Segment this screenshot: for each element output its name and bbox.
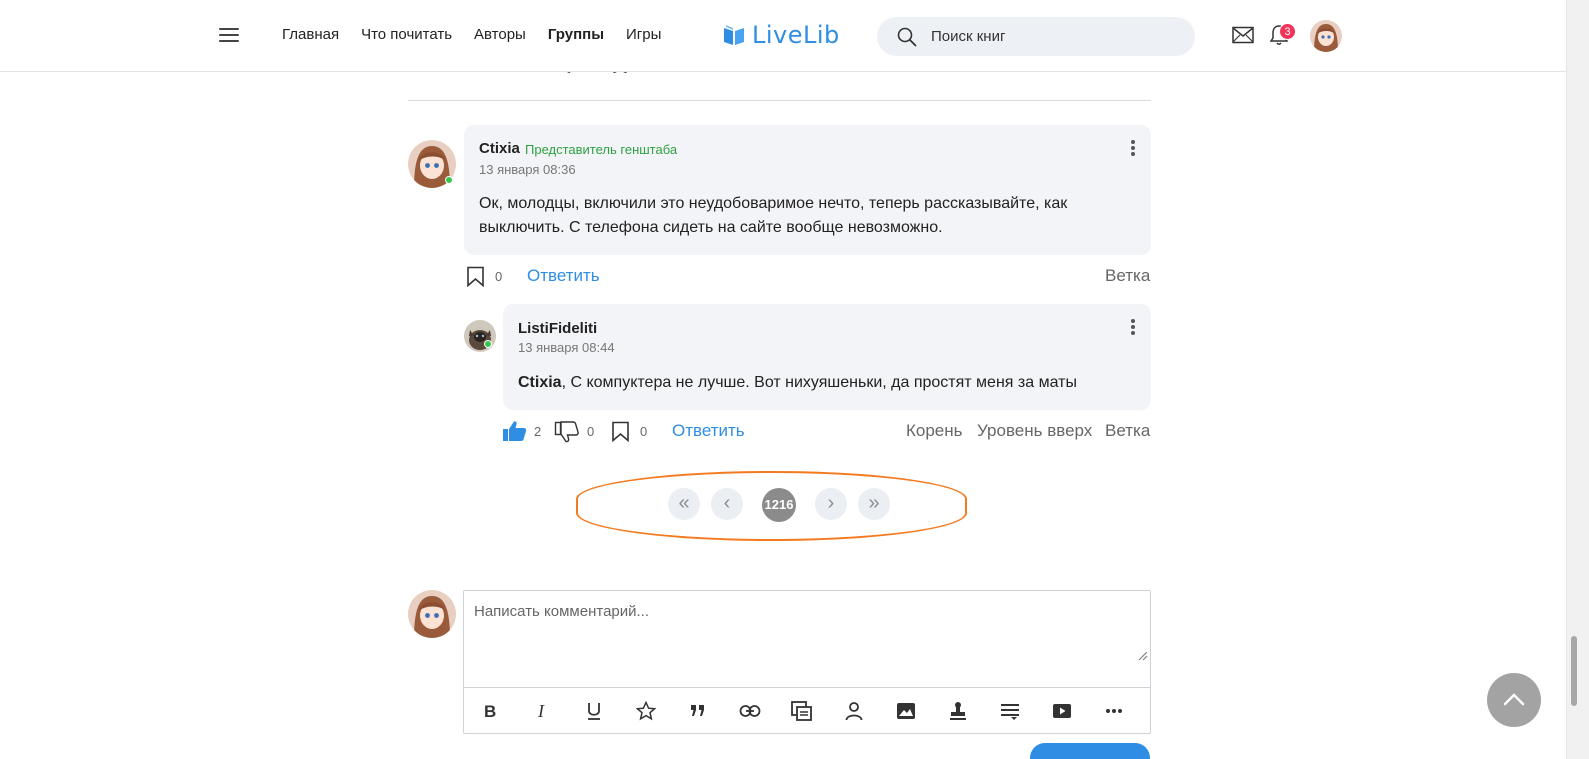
image-icon (897, 702, 915, 719)
nav-authors[interactable]: Авторы (474, 26, 526, 43)
divider (408, 100, 1151, 101)
stamp-button[interactable] (932, 689, 984, 733)
link-icon (739, 704, 761, 717)
next-page-button[interactable]: › (815, 488, 847, 520)
bookmark-icon[interactable] (611, 421, 630, 442)
bookmark-count: 0 (640, 424, 648, 439)
root-link[interactable]: Корень (906, 421, 963, 441)
video-icon (1053, 703, 1071, 718)
like-count: 2 (534, 424, 542, 439)
image-button[interactable] (880, 689, 932, 733)
first-page-button[interactable]: « (668, 488, 700, 520)
current-page: 1216 (762, 488, 796, 522)
level-up-link[interactable]: Уровень вверх (977, 421, 1092, 441)
main-nav: Главная Что почитать Авторы Группы Игры (282, 26, 661, 43)
livelib-logo[interactable]: LiveLib (722, 21, 840, 49)
menu-icon[interactable] (219, 28, 239, 44)
last-page-button[interactable]: » (858, 488, 890, 520)
dislike-count: 0 (587, 424, 595, 439)
italic-icon: I (537, 703, 545, 719)
reply-button[interactable]: Ответить (672, 421, 745, 441)
svg-text:I: I (537, 703, 545, 719)
editor-toolbar: B I (464, 687, 1150, 733)
prev-page-button[interactable]: ‹ (711, 488, 743, 520)
online-indicator (445, 176, 453, 184)
comment-date[interactable]: 13 января 08:44 (518, 340, 615, 355)
search-icon[interactable] (897, 27, 917, 47)
resize-handle-icon[interactable] (1138, 651, 1148, 661)
page: Главная Что почитать Авторы Группы Игры … (0, 0, 1589, 759)
quote-button[interactable] (672, 689, 724, 733)
top-header: Главная Что почитать Авторы Группы Игры … (0, 0, 1566, 72)
logo-text: LiveLib (752, 21, 840, 49)
nav-games[interactable]: Игры (626, 26, 661, 43)
books-icon (791, 700, 812, 721)
comment-textarea[interactable] (464, 591, 1150, 687)
rating-button[interactable] (620, 689, 672, 733)
author-insert-button[interactable] (828, 689, 880, 733)
star-icon (636, 700, 656, 720)
mail-icon[interactable] (1232, 26, 1254, 44)
online-indicator (484, 340, 492, 348)
scrollbar-thumb[interactable] (1571, 636, 1577, 706)
svg-text:B: B (484, 703, 496, 719)
link-button[interactable] (724, 689, 776, 733)
bookmark-count: 0 (495, 269, 503, 284)
underline-icon (588, 702, 600, 720)
more-icon (1106, 708, 1122, 713)
search-input[interactable] (931, 25, 1181, 47)
video-button[interactable] (1036, 689, 1088, 733)
author-role: Представитель генштаба (525, 142, 678, 157)
comment-form: B I (463, 590, 1151, 734)
search-box (877, 17, 1195, 56)
more-options-icon[interactable] (1130, 140, 1136, 158)
dislike-icon[interactable] (554, 421, 579, 443)
spoiler-icon (1001, 703, 1019, 720)
comment-author[interactable]: Ctixia (479, 140, 520, 157)
chevron-up-icon (1503, 693, 1525, 706)
scroll-to-top-button[interactable] (1487, 673, 1541, 727)
bold-icon: B (484, 703, 496, 719)
user-avatar[interactable] (1310, 20, 1342, 52)
user-avatar (408, 590, 456, 638)
comment-author[interactable]: ListiFideliti (518, 320, 597, 337)
italic-button[interactable]: I (516, 689, 568, 733)
person-icon (845, 701, 863, 720)
comment-text: Ctixia, С компуктера не лучше. Вот нихуя… (518, 374, 1077, 391)
stamp-icon (950, 701, 966, 720)
nav-home[interactable]: Главная (282, 26, 339, 43)
like-icon[interactable] (502, 420, 527, 442)
notification-badge: 3 (1279, 23, 1296, 40)
spoiler-button[interactable] (984, 689, 1036, 733)
comment-date[interactable]: 13 января 08:36 (479, 162, 576, 177)
comment-text: Ок, молодцы, включили это неудобоваримое… (479, 195, 1068, 236)
submit-button[interactable] (1030, 743, 1150, 759)
reply-button[interactable]: Ответить (527, 266, 600, 286)
bookmark-icon[interactable] (466, 266, 485, 287)
thread-link[interactable]: Ветка (1105, 266, 1150, 286)
quote-icon (691, 704, 704, 716)
commenter-avatar[interactable] (464, 320, 496, 352)
thread-link[interactable]: Ветка (1105, 421, 1150, 441)
more-tools-button[interactable] (1088, 689, 1140, 733)
more-options-icon[interactable] (1130, 319, 1136, 337)
underline-button[interactable] (568, 689, 620, 733)
page-scrollbar[interactable] (1566, 0, 1589, 759)
bold-button[interactable]: B (464, 689, 516, 733)
nav-what-to-read[interactable]: Что почитать (361, 26, 452, 43)
mention-link[interactable]: Ctixia (518, 374, 562, 391)
book-insert-button[interactable] (776, 689, 828, 733)
nav-groups[interactable]: Группы (548, 26, 604, 43)
book-logo-icon (724, 25, 744, 45)
